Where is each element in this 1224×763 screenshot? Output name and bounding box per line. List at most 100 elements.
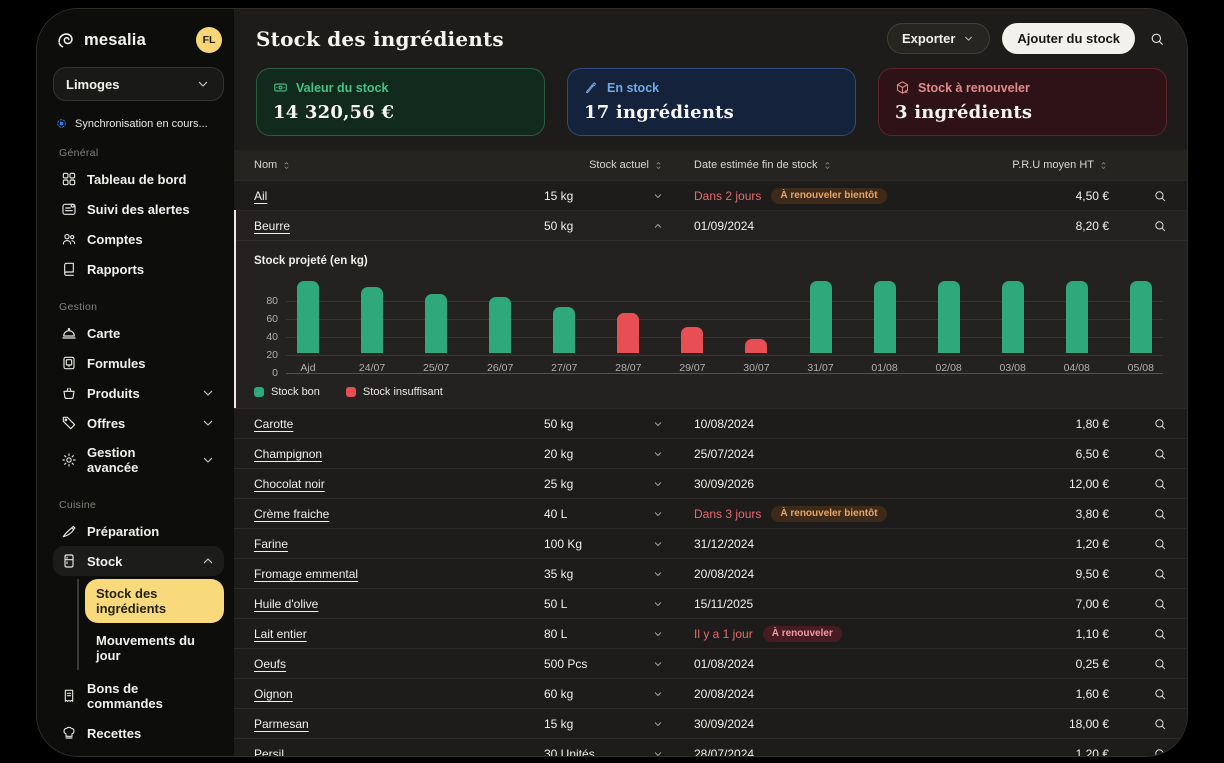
row-search-icon[interactable]	[1109, 447, 1167, 461]
row-search-icon[interactable]	[1109, 657, 1167, 671]
column-header-stock-actuel[interactable]: Stock actuel	[544, 159, 664, 171]
row-search-icon[interactable]	[1109, 567, 1167, 581]
sidebar-item-tableau-de-bord[interactable]: Tableau de bord	[53, 164, 224, 194]
chart-column: 28/07	[606, 281, 650, 374]
search-icon[interactable]	[1147, 29, 1167, 49]
table-row[interactable]: Huile d'olive50 L15/11/20257,00 €	[234, 588, 1187, 618]
sidebar-item-gestion-avancee[interactable]: Gestion avancée	[53, 438, 224, 482]
stock-value-dropdown[interactable]: 50 kg	[544, 417, 664, 431]
row-search-icon[interactable]	[1109, 507, 1167, 521]
sidebar-item-label: Gestion avancée	[87, 445, 190, 475]
row-search-icon[interactable]	[1109, 747, 1167, 758]
ingredient-name-link[interactable]: Beurre	[254, 219, 290, 233]
table-row[interactable]: Lait entier80 LIl y a 1 jourÀ renouveler…	[234, 618, 1187, 648]
sidebar-item-produits[interactable]: Produits	[53, 378, 224, 408]
sidebar-item-recettes[interactable]: Recettes	[53, 718, 224, 748]
chart-column: 26/07	[478, 281, 522, 374]
sidebar-item-offres[interactable]: Offres	[53, 408, 224, 438]
bar-28/07	[617, 313, 639, 353]
table-row[interactable]: Farine100 Kg31/12/20241,20 €	[234, 528, 1187, 558]
row-search-icon[interactable]	[1109, 717, 1167, 731]
x-axis-label: 28/07	[615, 362, 641, 374]
table-row[interactable]: Chocolat noir25 kg30/09/202612,00 €	[234, 468, 1187, 498]
row-search-icon[interactable]	[1109, 627, 1167, 641]
sidebar-item-formules[interactable]: Formules	[53, 348, 224, 378]
ingredient-name-link[interactable]: Huile d'olive	[254, 597, 318, 611]
sidebar-item-ingredients[interactable]: Ingrédients	[53, 748, 224, 756]
sidebar-item-label: Ingrédients	[87, 756, 157, 757]
ingredient-name-link[interactable]: Oeufs	[254, 657, 286, 671]
unit-price: 9,50 €	[999, 567, 1109, 581]
cloche-icon	[61, 325, 77, 341]
table-row[interactable]: Parmesan15 kg30/09/202418,00 €	[234, 708, 1187, 738]
ingredient-name-link[interactable]: Fromage emmental	[254, 567, 358, 581]
row-search-icon[interactable]	[1109, 687, 1167, 701]
table-row[interactable]: Champignon20 kg25/07/20246,50 €	[234, 438, 1187, 468]
stock-value-dropdown[interactable]: 40 L	[544, 507, 664, 521]
ingredient-name-link[interactable]: Oignon	[254, 687, 293, 701]
table-row[interactable]: Carotte50 kg10/08/20241,80 €	[234, 408, 1187, 438]
sidebar-item-stock[interactable]: Stock	[53, 546, 224, 576]
ingredient-name-link[interactable]: Carotte	[254, 417, 293, 431]
table-row[interactable]: Oeufs500 Pcs01/08/20240,25 €	[234, 648, 1187, 678]
sidebar-item-preparation[interactable]: Préparation	[53, 516, 224, 546]
table-row[interactable]: Beurre50 kg01/09/20248,20 €	[236, 210, 1187, 240]
row-search-icon[interactable]	[1109, 537, 1167, 551]
sidebar-item-bons-de-commandes[interactable]: Bons de commandes	[53, 674, 224, 718]
end-of-stock-date: Dans 2 joursÀ renouveler bientôt	[694, 188, 999, 204]
avatar[interactable]: FL	[196, 27, 222, 53]
summary-card-en-stock: En stock17 ingrédients	[567, 68, 856, 136]
sidebar-item-rapports[interactable]: Rapports	[53, 254, 224, 284]
row-search-icon[interactable]	[1109, 417, 1167, 431]
stock-value-dropdown[interactable]: 60 kg	[544, 687, 664, 701]
summary-card-valeur-du-stock: Valeur du stock14 320,56 €	[256, 68, 545, 136]
row-search-icon[interactable]	[1109, 219, 1167, 233]
sidebar-item-carte[interactable]: Carte	[53, 318, 224, 348]
ingredient-name-link[interactable]: Crème fraiche	[254, 507, 329, 521]
ingredient-name-link[interactable]: Persil	[254, 747, 284, 758]
sidebar-item-suivi-des-alertes[interactable]: Suivi des alertes	[53, 194, 224, 224]
chevron-down-icon	[200, 385, 216, 401]
add-stock-button[interactable]: Ajouter du stock	[1002, 23, 1135, 54]
stock-value-dropdown[interactable]: 25 kg	[544, 477, 664, 491]
column-header-nom[interactable]: Nom	[254, 159, 544, 171]
ingredient-name-cell: Huile d'olive	[254, 597, 544, 611]
stock-value-dropdown[interactable]: 80 L	[544, 627, 664, 641]
bar-03/08	[1002, 281, 1024, 353]
column-header-date-fin-stock[interactable]: Date estimée fin de stock	[694, 159, 999, 171]
ingredient-name-cell: Parmesan	[254, 717, 544, 731]
bar-26/07	[489, 297, 511, 353]
ingredient-name-link[interactable]: Ail	[254, 189, 267, 203]
ingredient-name-link[interactable]: Lait entier	[254, 627, 307, 641]
sidebar-item-comptes[interactable]: Comptes	[53, 224, 224, 254]
stock-value-dropdown[interactable]: 50 kg	[544, 219, 664, 233]
stock-value-dropdown[interactable]: 30 Unités	[544, 747, 664, 758]
location-selector[interactable]: Limoges	[53, 67, 224, 101]
stock-value-dropdown[interactable]: 100 Kg	[544, 537, 664, 551]
stock-value-dropdown[interactable]: 15 kg	[544, 717, 664, 731]
sidebar-subitem-mouvements-du-jour[interactable]: Mouvements du jour	[85, 626, 224, 670]
stock-value-dropdown[interactable]: 20 kg	[544, 447, 664, 461]
stock-value-dropdown[interactable]: 50 L	[544, 597, 664, 611]
row-search-icon[interactable]	[1109, 189, 1167, 203]
ingredient-name-link[interactable]: Farine	[254, 537, 288, 551]
table-row[interactable]: Fromage emmental35 kg20/08/20249,50 €	[234, 558, 1187, 588]
stock-value-dropdown[interactable]: 500 Pcs	[544, 657, 664, 671]
row-search-icon[interactable]	[1109, 597, 1167, 611]
sidebar-item-label: Stock	[87, 554, 122, 569]
table-row[interactable]: Persil30 Unités28/07/20241,20 €	[234, 738, 1187, 757]
table-row[interactable]: Oignon60 kg20/08/20241,60 €	[234, 678, 1187, 708]
column-header-pru[interactable]: P.R.U moyen HT	[999, 159, 1109, 171]
header-actions: Exporter Ajouter du stock	[887, 23, 1167, 54]
stock-value-dropdown[interactable]: 35 kg	[544, 567, 664, 581]
row-search-icon[interactable]	[1109, 477, 1167, 491]
export-button[interactable]: Exporter	[887, 23, 990, 54]
stock-value-dropdown[interactable]: 15 kg	[544, 189, 664, 203]
table-row[interactable]: Ail 15 kg Dans 2 joursÀ renouveler bientôt…	[234, 180, 1187, 210]
ingredient-name-link[interactable]: Chocolat noir	[254, 477, 325, 491]
table-row[interactable]: Crème fraiche40 LDans 3 joursÀ renouvele…	[234, 498, 1187, 528]
sidebar-subitem-stock-des-ingredients[interactable]: Stock des ingrédients	[85, 579, 224, 623]
ingredient-name-link[interactable]: Parmesan	[254, 717, 309, 731]
ingredient-name-link[interactable]: Champignon	[254, 447, 322, 461]
summary-card-stock-a-renouveler: Stock à renouveler3 ingrédients	[878, 68, 1167, 136]
